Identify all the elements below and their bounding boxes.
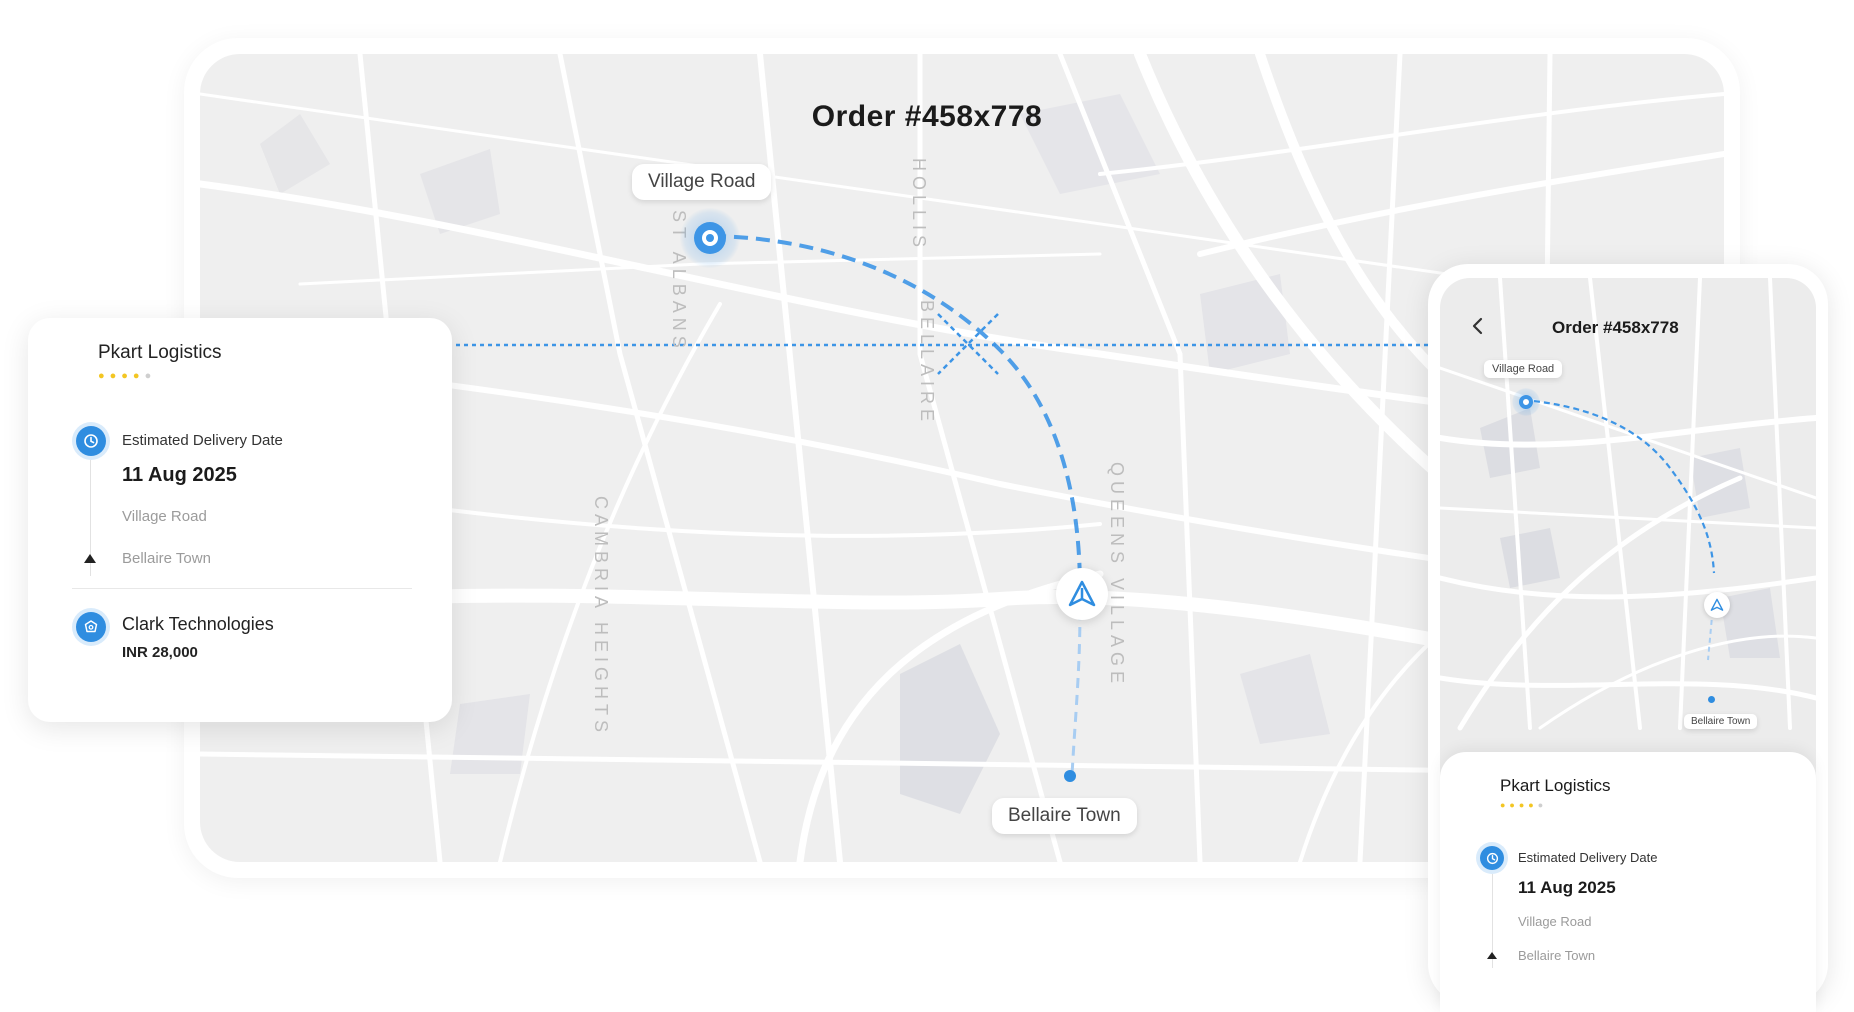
phone-bottom-sheet: Pkart Logistics ●●●●● Estimated Delivery… (1440, 752, 1816, 1012)
order-amount: INR 28,000 (122, 644, 198, 661)
company-name: Pkart Logistics (98, 342, 222, 363)
destination-label: Bellaire Town (992, 798, 1137, 834)
rating-stars: ●●●●● (98, 370, 157, 382)
phone-clock-icon (1480, 846, 1504, 870)
origin-pin-icon[interactable] (680, 208, 740, 268)
street-label-queens-village: QUEENS VILLAGE (1107, 462, 1127, 689)
eta-label: Estimated Delivery Date (122, 432, 283, 449)
route-to: Bellaire Town (122, 550, 211, 567)
back-chevron-icon[interactable] (1468, 316, 1488, 336)
phone-destination-dot[interactable] (1708, 696, 1715, 703)
phone-eta-label: Estimated Delivery Date (1518, 850, 1658, 865)
phone-eta-date: 11 Aug 2025 (1518, 878, 1616, 897)
eta-date: 11 Aug 2025 (122, 464, 237, 486)
street-label-bellaire: BELLAIRE (917, 300, 937, 427)
order-title: Order #458x778 (811, 100, 1043, 133)
phone-origin-label: Village Road (1484, 360, 1563, 378)
clock-icon (76, 426, 106, 456)
street-label-cambria-heights: CAMBRIA HEIGHTS (591, 496, 611, 738)
phone-driver-navigation-icon[interactable] (1704, 592, 1730, 618)
card-divider (72, 588, 412, 589)
phone-rating-stars: ●●●●● (1500, 800, 1548, 810)
destination-dot[interactable] (1064, 770, 1076, 782)
phone-destination-label: Bellaire Town (1684, 714, 1758, 729)
destination-marker-icon (84, 554, 96, 563)
phone-order-title: Order #458x778 (1552, 318, 1679, 337)
phone-route-to: Bellaire Town (1518, 948, 1596, 963)
shipment-card: Pkart Logistics ●●●●● Estimated Delivery… (28, 318, 452, 722)
street-label-hollis: HOLLIS (909, 158, 929, 253)
phone-origin-pin-icon[interactable] (1512, 388, 1540, 416)
route-from: Village Road (122, 508, 207, 525)
phone-destination-marker-icon (1487, 952, 1497, 959)
origin-label: Village Road (632, 164, 772, 200)
driver-navigation-icon[interactable] (1056, 568, 1108, 620)
client-name: Clark Technologies (122, 614, 274, 634)
phone-company-name: Pkart Logistics (1500, 776, 1611, 795)
phone-route-from: Village Road (1518, 914, 1592, 929)
badge-icon (76, 612, 106, 642)
